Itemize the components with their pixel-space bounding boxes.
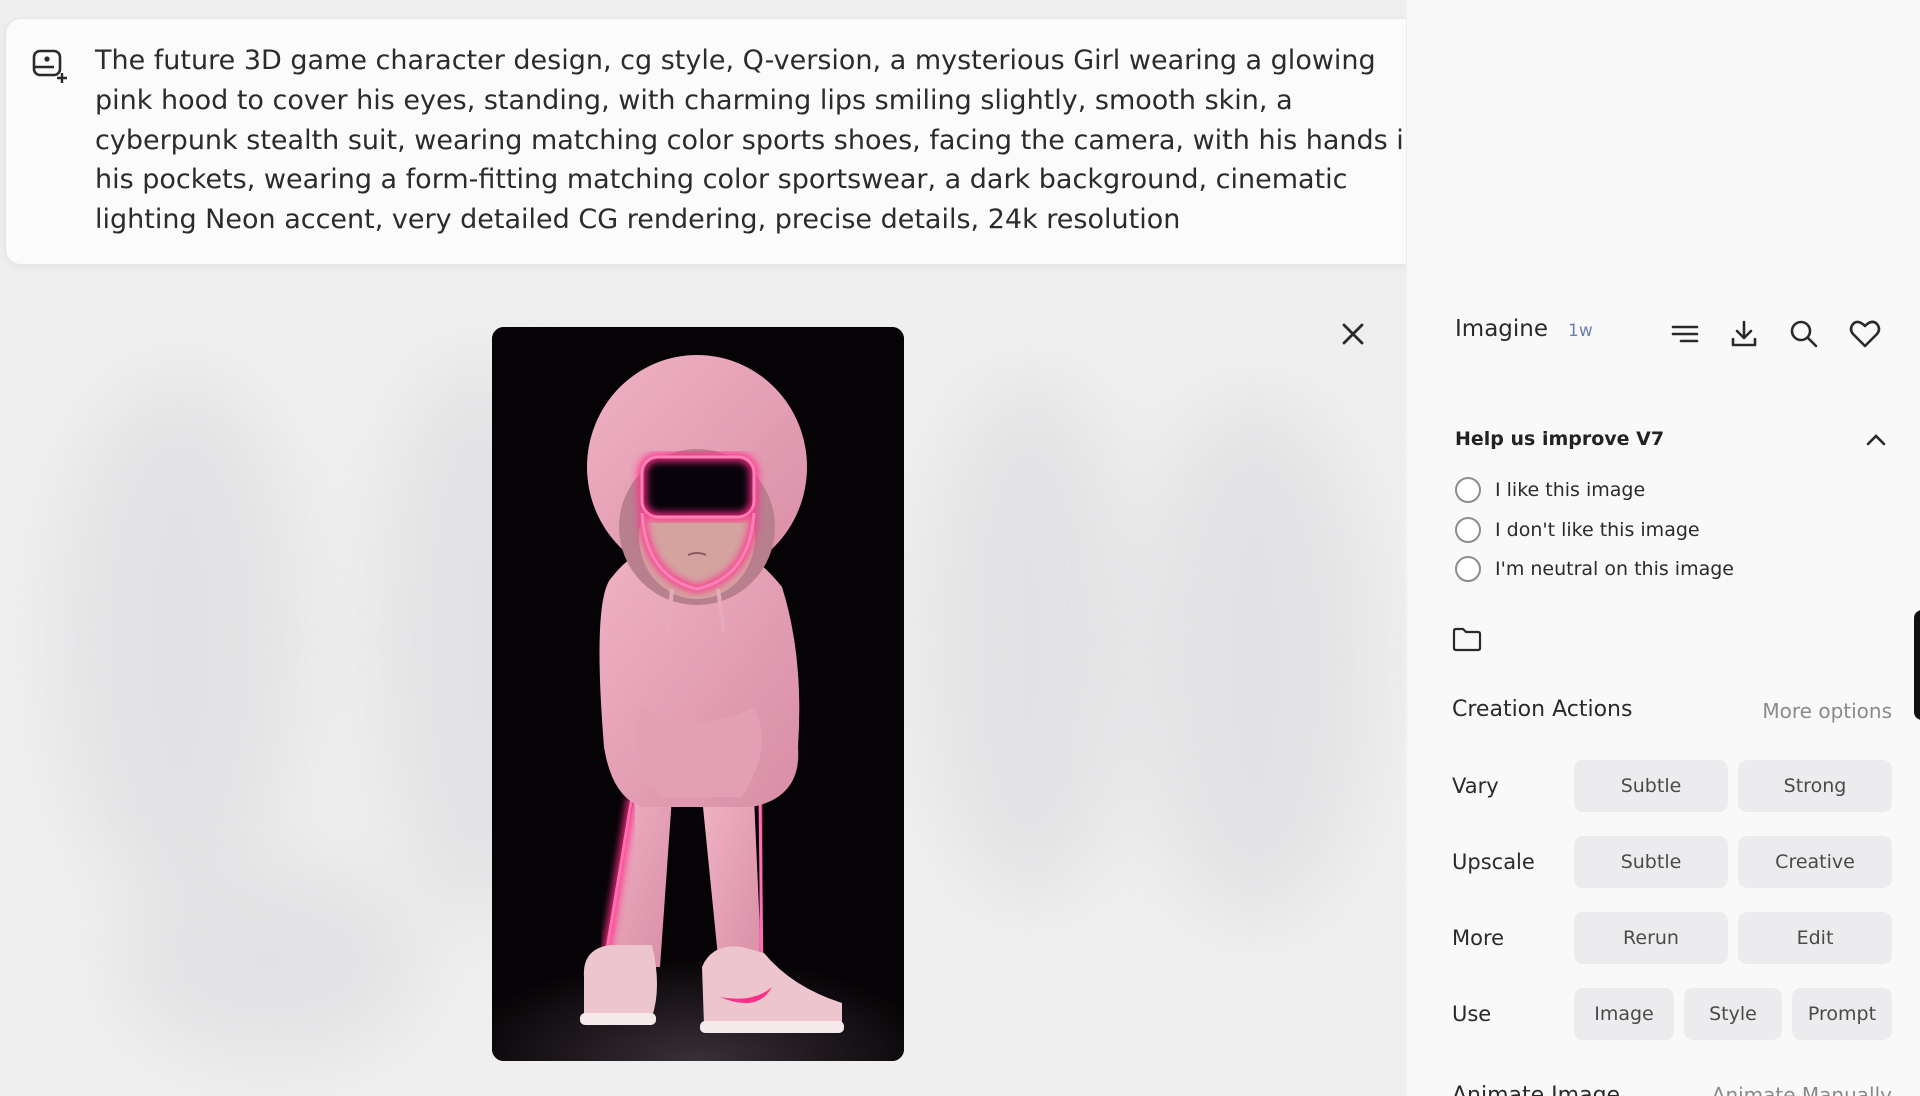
vary-label: Vary	[1452, 774, 1499, 798]
feedback-option-neutral[interactable]: I'm neutral on this image	[1455, 556, 1734, 582]
generated-image[interactable]	[492, 327, 904, 1061]
panel-title: Imagine	[1455, 316, 1548, 342]
rerun-button[interactable]: Rerun	[1574, 912, 1728, 964]
prompt-text[interactable]: The future 3D game character design, cg …	[95, 41, 1425, 240]
character-illustration	[492, 327, 904, 1061]
radio-button[interactable]	[1455, 517, 1481, 543]
radio-button[interactable]	[1455, 477, 1481, 503]
option-label: I don't like this image	[1495, 519, 1700, 541]
feedback-option-dislike[interactable]: I don't like this image	[1455, 517, 1700, 543]
edit-button[interactable]: Edit	[1738, 912, 1892, 964]
upscale-subtle-button[interactable]: Subtle	[1574, 836, 1728, 888]
timestamp: 1w	[1568, 321, 1593, 341]
vary-strong-button[interactable]: Strong	[1738, 760, 1892, 812]
creation-actions-title: Creation Actions	[1452, 697, 1633, 722]
use-label: Use	[1452, 1002, 1492, 1026]
chevron-up-icon[interactable]	[1860, 424, 1892, 456]
use-prompt-button[interactable]: Prompt	[1792, 988, 1892, 1040]
more-options-link[interactable]: More options	[1762, 699, 1892, 723]
list-icon[interactable]	[1668, 317, 1702, 351]
option-label: I'm neutral on this image	[1495, 558, 1734, 580]
upscale-creative-button[interactable]: Creative	[1738, 836, 1892, 888]
feedback-option-like[interactable]: I like this image	[1455, 477, 1645, 503]
search-icon[interactable]	[1787, 317, 1821, 351]
panel-header: Imagine 1w	[1455, 316, 1593, 342]
more-label: More	[1452, 926, 1505, 950]
download-icon[interactable]	[1727, 317, 1761, 351]
prompt-image-icon[interactable]	[30, 45, 70, 85]
close-icon[interactable]	[1335, 316, 1371, 352]
animate-manually-link[interactable]: Animate Manually	[1712, 1083, 1892, 1096]
folder-icon[interactable]	[1452, 626, 1482, 652]
use-style-button[interactable]: Style	[1684, 988, 1782, 1040]
feedback-title: Help us improve V7	[1455, 428, 1665, 450]
prompt-bar[interactable]: The future 3D game character design, cg …	[5, 18, 1561, 265]
option-label: I like this image	[1495, 479, 1646, 501]
vary-subtle-button[interactable]: Subtle	[1574, 760, 1728, 812]
heart-icon[interactable]	[1848, 317, 1882, 351]
animate-image-title: Animate Image	[1452, 1083, 1621, 1096]
upscale-label: Upscale	[1452, 850, 1535, 874]
use-image-button[interactable]: Image	[1574, 988, 1674, 1040]
edge-handle[interactable]	[1914, 610, 1920, 720]
radio-button[interactable]	[1455, 556, 1481, 582]
